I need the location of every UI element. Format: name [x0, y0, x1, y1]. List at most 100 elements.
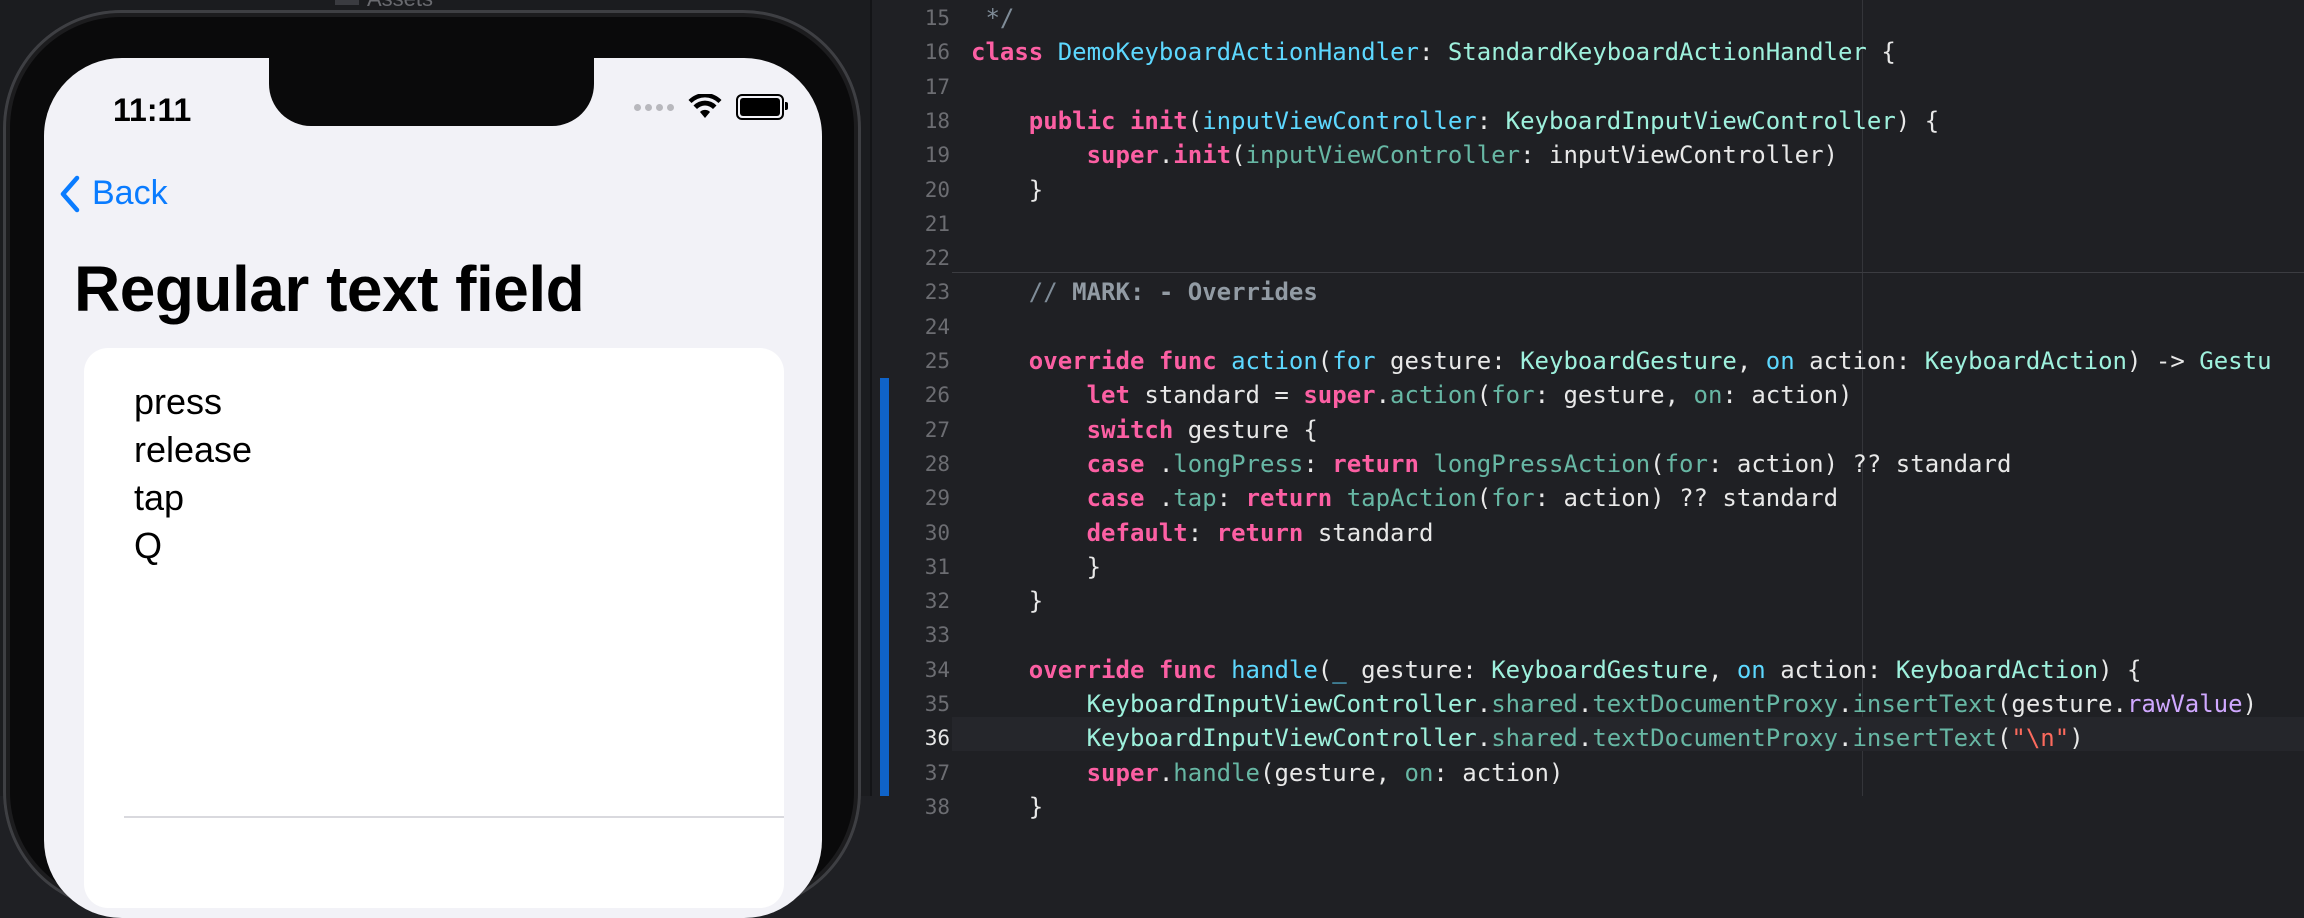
code-line[interactable]: KeyboardInputViewController.shared.textD…: [971, 721, 2084, 755]
code-token: return: [1245, 484, 1347, 513]
code-line[interactable]: // MARK: - Overrides: [971, 275, 1318, 309]
code-token: KeyboardGesture: [1491, 655, 1708, 684]
code-line[interactable]: switch gesture {: [971, 413, 1318, 447]
code-line[interactable]: super.handle(gesture, on: action): [971, 756, 1564, 790]
code-line[interactable]: */: [971, 1, 1014, 35]
code-token: */: [971, 4, 1015, 32]
code-token: DemoKeyboardActionHandler: [1057, 38, 1419, 67]
code-token: ,: [1707, 655, 1737, 684]
code-line[interactable]: override func handle(_ gesture: Keyboard…: [971, 653, 2142, 687]
code-token: (gesture.: [1996, 690, 2127, 718]
code-token: action:: [1794, 347, 1925, 375]
line-number[interactable]: 23: [870, 275, 950, 309]
line-number[interactable]: 32: [870, 584, 950, 618]
code-token: action:: [1765, 655, 1896, 684]
text-field[interactable]: press release tap Q: [84, 348, 784, 908]
code-token: gesture {: [1187, 415, 1318, 444]
code-token: "\n": [2011, 724, 2070, 753]
code-token: ) ->: [2127, 347, 2200, 375]
code-line[interactable]: KeyboardInputViewController.shared.textD…: [971, 687, 2257, 721]
text-line: release: [134, 429, 253, 470]
code-token: : inputViewController): [1520, 141, 1838, 170]
line-number[interactable]: 37: [870, 756, 950, 790]
code-token: (gesture,: [1260, 758, 1405, 787]
line-number[interactable]: 26: [870, 378, 950, 412]
code-token: .: [1577, 724, 1593, 753]
code-token: (: [1996, 724, 2012, 753]
code-token: (: [1650, 449, 1665, 478]
device-screen: 11:11 Back Regular text field press rele…: [44, 58, 822, 918]
code-token: .: [1158, 141, 1174, 170]
line-number[interactable]: 35: [870, 687, 950, 721]
code-token: .: [1476, 690, 1492, 718]
line-number[interactable]: 30: [870, 516, 950, 550]
line-number[interactable]: 16: [870, 35, 950, 69]
code-token: }: [971, 587, 1044, 616]
code-line[interactable]: case .tap: return tapAction(for: action)…: [971, 481, 1838, 515]
code-line[interactable]: override func action(for gesture: Keyboa…: [971, 344, 2272, 378]
line-number[interactable]: 36: [870, 721, 950, 755]
code-token: longPressAction: [1433, 449, 1651, 478]
code-token: .: [1158, 484, 1174, 513]
code-line[interactable]: class DemoKeyboardActionHandler: Standar…: [971, 35, 1896, 69]
code-token: .: [1577, 690, 1593, 718]
device-notch: [269, 58, 594, 126]
line-number[interactable]: 18: [870, 104, 950, 138]
code-token: for: [1491, 484, 1535, 513]
divider: [124, 816, 784, 818]
code-token: (: [1317, 655, 1333, 684]
device-frame: 11:11 Back Regular text field press rele…: [3, 10, 861, 918]
code-token: longPress: [1173, 449, 1304, 478]
code-token: super: [1303, 381, 1376, 410]
line-number[interactable]: 31: [870, 550, 950, 584]
code-token: override: [1028, 347, 1159, 375]
code-token: override: [1028, 655, 1159, 684]
code-token: .: [1837, 724, 1853, 753]
code-token: super: [1086, 141, 1159, 170]
line-number[interactable]: 24: [870, 310, 950, 344]
code-token: for: [1332, 347, 1376, 375]
code-token: (: [1476, 381, 1492, 410]
line-number[interactable]: 15: [870, 1, 950, 35]
code-token: switch: [1086, 415, 1188, 444]
line-number[interactable]: 25: [870, 344, 950, 378]
code-token: ) {: [1895, 106, 1940, 135]
code-line[interactable]: let standard = super.action(for: gesture…: [971, 378, 1853, 412]
line-number[interactable]: 33: [870, 618, 950, 652]
code-line[interactable]: }: [971, 790, 1043, 824]
code-token: KeyboardInputViewController: [1086, 690, 1477, 718]
code-line[interactable]: case .longPress: return longPressAction(…: [971, 447, 2012, 481]
code-editor[interactable]: 15 16 17 18 19 20 21 22 23 24 25 26 27 28 29 30 31 32 33 34…: [870, 0, 2304, 821]
line-number[interactable]: 19: [870, 138, 950, 172]
code-line[interactable]: }: [971, 550, 1101, 584]
line-number[interactable]: 27: [870, 413, 950, 447]
code-line[interactable]: }: [971, 173, 1043, 207]
line-number[interactable]: 21: [870, 207, 950, 241]
code-token: (: [1187, 106, 1203, 135]
line-number[interactable]: 17: [870, 70, 950, 104]
line-number[interactable]: 20: [870, 173, 950, 207]
sidebar-item-assets[interactable]: Assets: [335, 0, 495, 11]
line-number[interactable]: 29: [870, 481, 950, 515]
code-token: gesture:: [1375, 347, 1521, 375]
line-number[interactable]: 38: [870, 790, 950, 824]
code-line[interactable]: public init(inputViewController: Keyboar…: [971, 104, 1939, 138]
code-line[interactable]: default: return standard: [971, 516, 1434, 550]
line-number[interactable]: 28: [870, 447, 950, 481]
code-line[interactable]: super.init(inputViewController: inputVie…: [971, 138, 1838, 172]
code-token: inputViewController: [1202, 106, 1477, 135]
line-number[interactable]: 22: [870, 241, 950, 275]
code-token: .: [1375, 381, 1391, 410]
code-token: case: [1086, 449, 1159, 478]
back-button[interactable]: Back: [58, 174, 168, 213]
line-number[interactable]: 34: [870, 653, 950, 687]
code-token: : gesture,: [1534, 381, 1694, 410]
code-line[interactable]: }: [971, 584, 1043, 618]
code-token: inputViewController: [1245, 141, 1521, 170]
